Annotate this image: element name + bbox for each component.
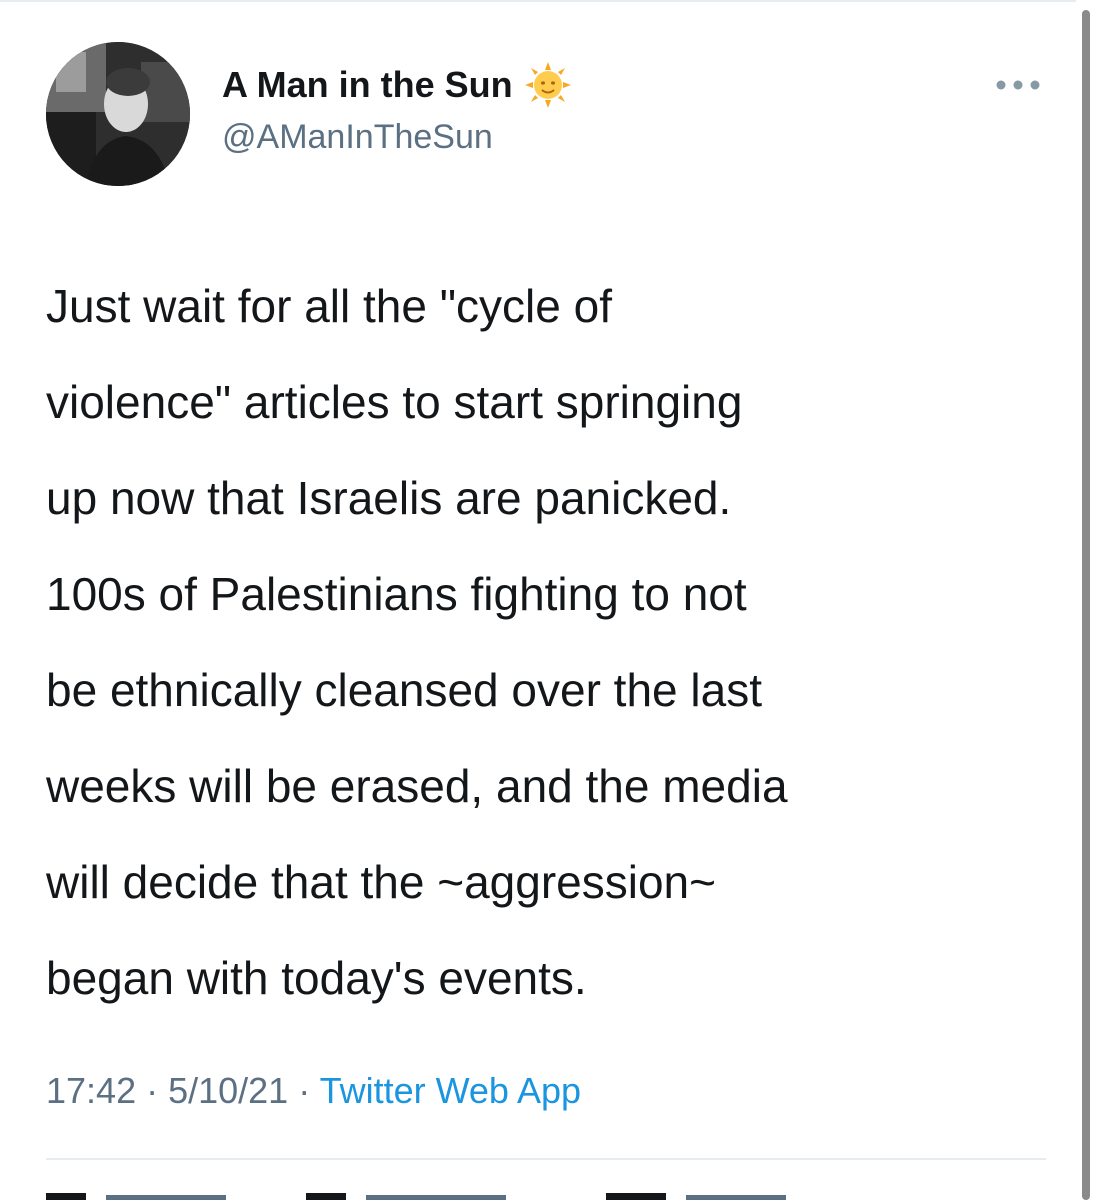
- sun-with-face-icon: [524, 62, 571, 108]
- tweet-paragraph-2: 100s of Palestinians fighting to not be …: [46, 546, 1036, 1026]
- display-name[interactable]: A Man in the Sun: [222, 62, 571, 108]
- tweet-date[interactable]: 5/10/21: [168, 1070, 288, 1111]
- tweet-text: Just wait for all the "cycle of violence…: [46, 258, 1036, 1026]
- tweet-line: Just wait for all the "cycle of: [46, 280, 612, 332]
- tweet-line: will decide that the ~aggression~: [46, 856, 716, 908]
- display-name-text: A Man in the Sun: [222, 64, 513, 105]
- tweet-line: weeks will be erased, and the media: [46, 760, 788, 812]
- avatar[interactable]: [46, 42, 190, 186]
- tweet-paragraph-1: Just wait for all the "cycle of violence…: [46, 258, 1036, 546]
- tweet-line: be ethnically cleansed over the last: [46, 664, 762, 716]
- meta-divider: [46, 1158, 1046, 1160]
- top-divider: [0, 0, 1076, 2]
- tweet-meta: 17:42 · 5/10/21 · Twitter Web App: [46, 1070, 581, 1112]
- tweet-line: began with today's events.: [46, 952, 587, 1004]
- meta-separator: ·: [136, 1070, 169, 1111]
- stats-row-cutoff: [46, 1190, 1046, 1200]
- more-dots-icon: [996, 80, 1040, 90]
- more-options-button[interactable]: [990, 70, 1046, 100]
- user-handle[interactable]: @AManInTheSun: [222, 118, 493, 157]
- meta-separator: ·: [288, 1070, 320, 1111]
- scrollbar[interactable]: [1082, 10, 1090, 1200]
- tweet-line: 100s of Palestinians fighting to not: [46, 568, 747, 620]
- tweet-source-link[interactable]: Twitter Web App: [320, 1070, 581, 1111]
- tweet-line: up now that Israelis are panicked.: [46, 472, 732, 524]
- tweet-time[interactable]: 17:42: [46, 1070, 136, 1111]
- tweet-line: violence" articles to start springing: [46, 376, 743, 428]
